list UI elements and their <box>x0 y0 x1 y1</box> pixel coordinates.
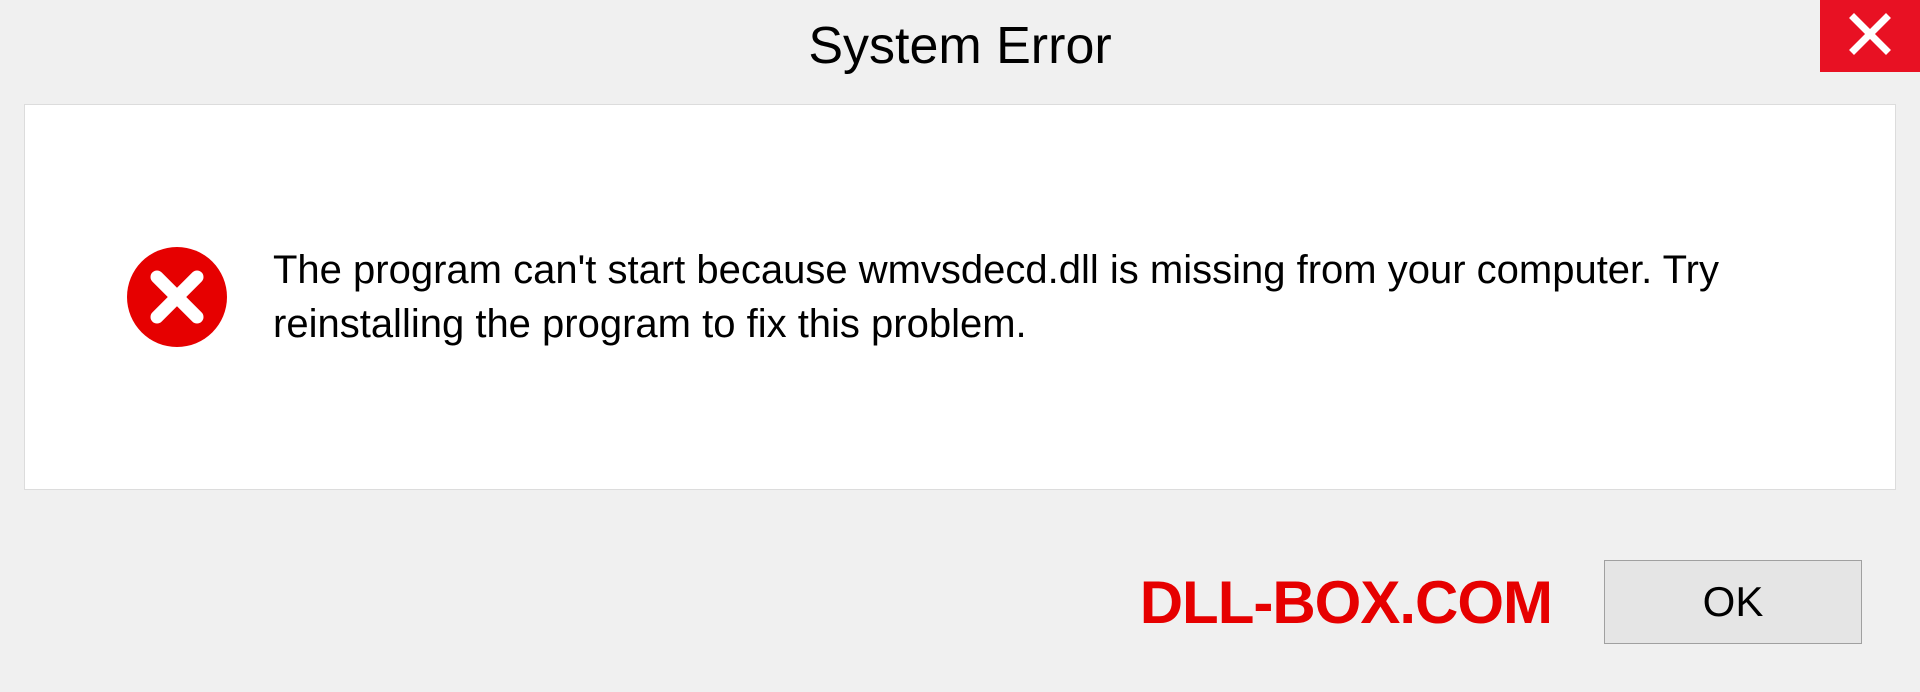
title-bar: System Error <box>0 0 1920 92</box>
error-message: The program can't start because wmvsdecd… <box>273 243 1773 351</box>
footer-bar: DLL-BOX.COM OK <box>0 512 1920 692</box>
dialog-title: System Error <box>808 16 1111 76</box>
close-button[interactable] <box>1820 0 1920 72</box>
content-panel: The program can't start because wmvsdecd… <box>24 104 1896 490</box>
ok-button-label: OK <box>1703 578 1764 626</box>
error-icon <box>125 245 229 349</box>
ok-button[interactable]: OK <box>1604 560 1862 644</box>
watermark-text: DLL-BOX.COM <box>1140 568 1552 637</box>
close-icon <box>1848 12 1892 61</box>
